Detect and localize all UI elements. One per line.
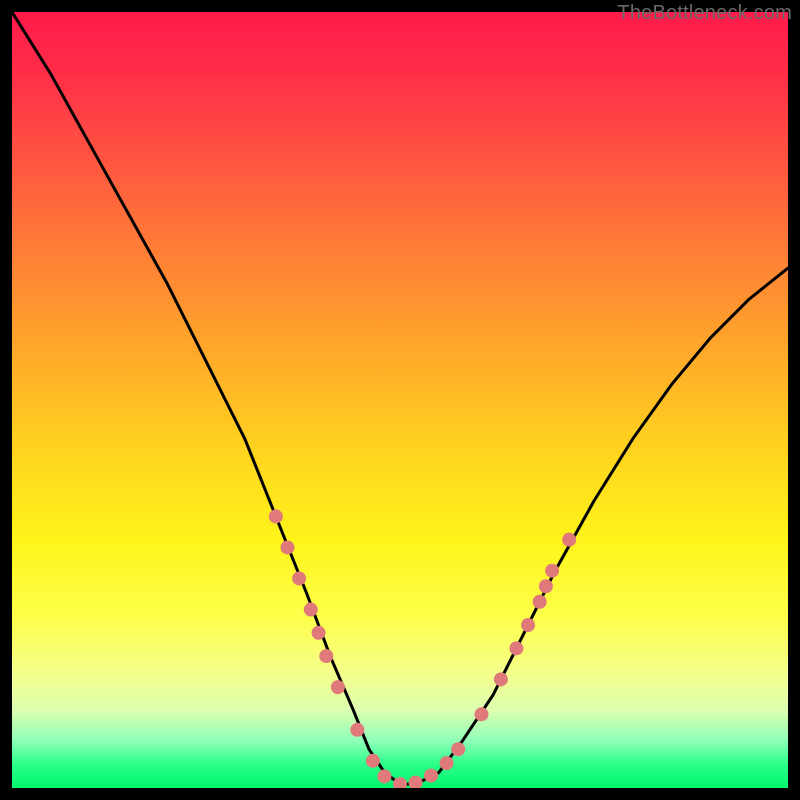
watermark-text: TheBottleneck.com [617, 2, 792, 25]
data-marker [474, 707, 488, 721]
data-marker [424, 769, 438, 783]
data-marker [366, 754, 380, 768]
data-marker [533, 595, 547, 609]
data-marker [377, 769, 391, 783]
curve-layer [12, 12, 788, 788]
data-marker [304, 603, 318, 617]
data-marker [292, 571, 306, 585]
plot-area [12, 12, 788, 788]
curve-path [12, 12, 788, 784]
data-marker [539, 579, 553, 593]
data-marker [521, 618, 535, 632]
data-markers [269, 509, 576, 788]
chart-frame: TheBottleneck.com [0, 0, 800, 800]
data-marker [440, 756, 454, 770]
data-marker [545, 564, 559, 578]
data-marker [451, 742, 465, 756]
data-marker [509, 641, 523, 655]
data-marker [494, 672, 508, 686]
bottleneck-curve [12, 12, 788, 784]
data-marker [331, 680, 345, 694]
data-marker [319, 649, 333, 663]
data-marker [312, 626, 326, 640]
data-marker [409, 776, 423, 788]
data-marker [562, 533, 576, 547]
data-marker [280, 540, 294, 554]
data-marker [269, 509, 283, 523]
data-marker [350, 723, 364, 737]
